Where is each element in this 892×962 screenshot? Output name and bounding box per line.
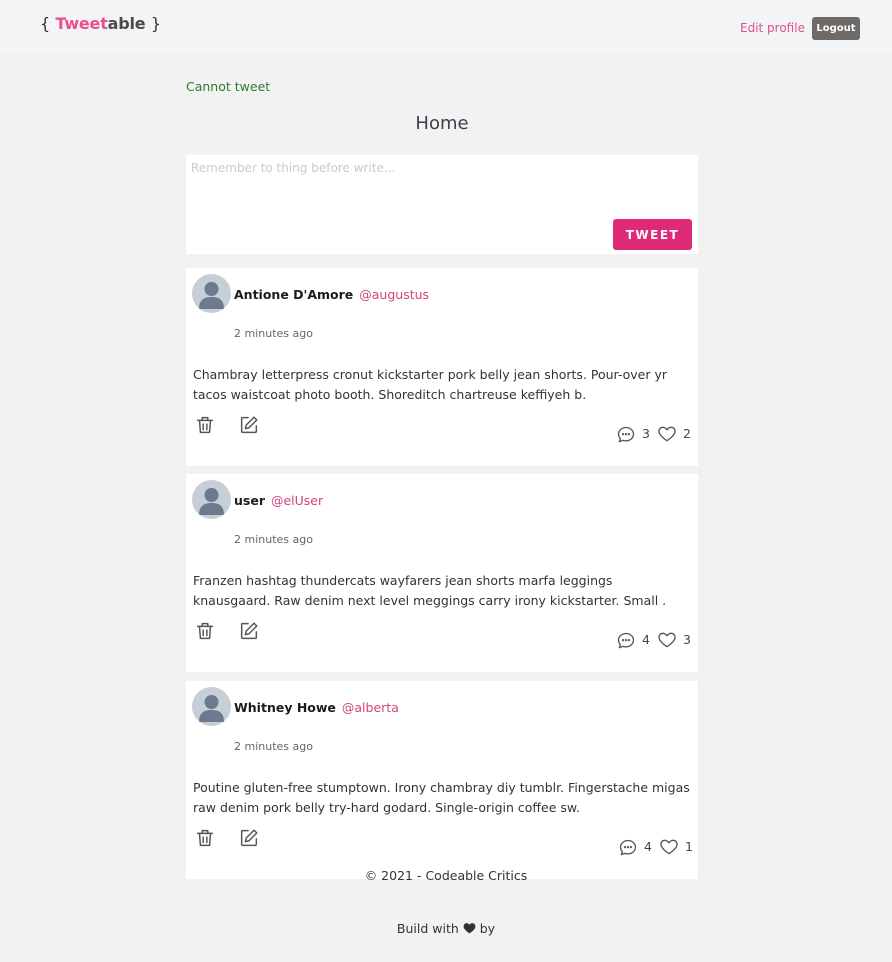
- tweet-body: Chambray letterpress cronut kickstarter …: [193, 367, 668, 402]
- avatar[interactable]: [192, 480, 231, 519]
- avatar[interactable]: [192, 687, 231, 726]
- logo-brace-close: }: [150, 14, 161, 33]
- cannot-tweet-notice: Cannot tweet: [186, 79, 271, 94]
- user-placeholder-icon: [199, 695, 224, 722]
- trash-icon[interactable]: [194, 827, 216, 849]
- tweet-body: Franzen hashtag thundercats wayfarers je…: [193, 573, 667, 608]
- tweet-author: Antione D'Amore @augustus: [234, 287, 429, 302]
- tweet-author: user @elUser: [234, 493, 323, 508]
- heart-outline-icon[interactable]: [657, 424, 677, 444]
- author-name[interactable]: user: [234, 493, 265, 508]
- comment-icon[interactable]: [616, 631, 636, 651]
- user-placeholder-icon: [199, 488, 224, 515]
- edit-profile-link[interactable]: Edit profile: [740, 21, 805, 35]
- heart-outline-icon[interactable]: [657, 630, 677, 650]
- like-count: 2: [683, 426, 691, 441]
- tweet-body: Poutine gluten-free stumptown. Irony cha…: [193, 780, 690, 815]
- avatar[interactable]: [192, 274, 231, 313]
- tweet-timestamp: 2 minutes ago: [234, 533, 313, 546]
- author-handle[interactable]: @augustus: [359, 287, 429, 302]
- trash-icon[interactable]: [194, 620, 216, 642]
- like-count: 1: [685, 839, 693, 854]
- tweet-card: Whitney Howe @alberta 2 minutes ago Pout…: [186, 681, 698, 879]
- tweet-timestamp: 2 minutes ago: [234, 327, 313, 340]
- edit-icon[interactable]: [238, 827, 260, 849]
- tweet-author: Whitney Howe @alberta: [234, 700, 399, 715]
- top-navbar: { Tweetable } Edit profile Logout: [0, 0, 892, 52]
- heart-icon: [463, 921, 476, 936]
- author-name[interactable]: Whitney Howe: [234, 700, 336, 715]
- tweet-timestamp: 2 minutes ago: [234, 740, 313, 753]
- build-by-text: by: [479, 921, 496, 936]
- tweet-button[interactable]: TWEET: [613, 219, 692, 250]
- logo-text-able: able: [107, 14, 146, 33]
- logo-brace-open: {: [40, 14, 50, 33]
- build-with-text: Build with: [396, 921, 459, 936]
- edit-icon[interactable]: [238, 620, 260, 642]
- author-name[interactable]: Antione D'Amore: [234, 287, 353, 302]
- comment-count: 4: [642, 632, 650, 647]
- tweet-card: Antione D'Amore @augustus 2 minutes ago …: [186, 268, 698, 466]
- app-logo[interactable]: { Tweetable }: [40, 14, 161, 33]
- comment-icon[interactable]: [616, 425, 636, 445]
- author-handle[interactable]: @elUser: [271, 493, 323, 508]
- comment-icon[interactable]: [618, 838, 638, 858]
- comment-count: 3: [642, 426, 650, 441]
- footer-build-with: Build with by: [0, 921, 892, 936]
- tweet-card: user @elUser 2 minutes ago Franzen hasht…: [186, 474, 698, 672]
- logo-text-tweet: Tweet: [55, 14, 108, 33]
- footer-copyright: © 2021 - Codeable Critics: [364, 868, 528, 883]
- tweet-input[interactable]: [186, 155, 698, 215]
- trash-icon[interactable]: [194, 414, 216, 436]
- tweet-composer: TWEET: [186, 155, 698, 254]
- page-title: Home: [415, 113, 469, 134]
- heart-outline-icon[interactable]: [659, 837, 679, 857]
- logout-button[interactable]: Logout: [812, 17, 860, 40]
- comment-count: 4: [644, 839, 652, 854]
- user-placeholder-icon: [199, 282, 224, 309]
- like-count: 3: [683, 632, 691, 647]
- edit-icon[interactable]: [238, 414, 260, 436]
- author-handle[interactable]: @alberta: [342, 700, 399, 715]
